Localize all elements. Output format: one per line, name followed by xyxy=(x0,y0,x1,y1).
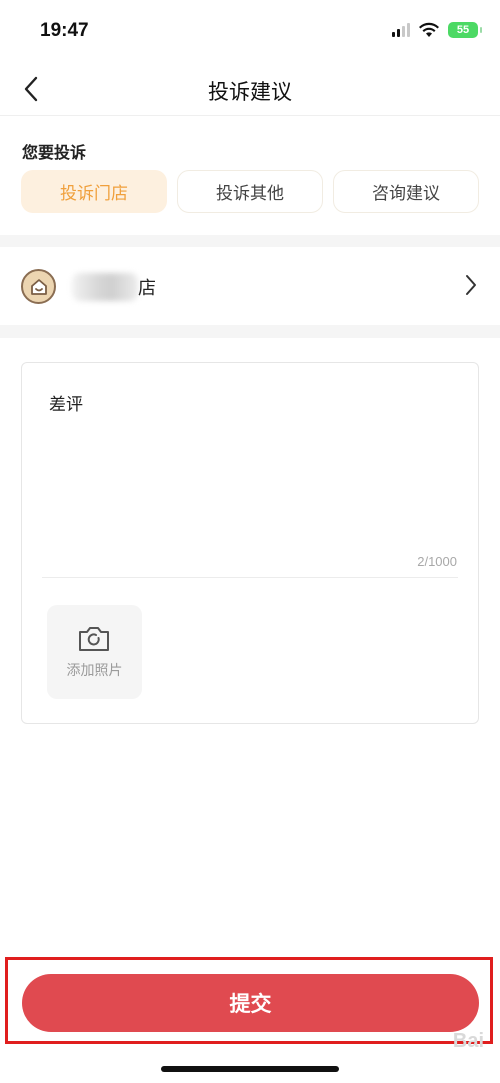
status-time: 19:47 xyxy=(40,20,89,41)
card-divider xyxy=(42,577,458,578)
store-name-redacted xyxy=(72,273,138,301)
complaint-type-tabs: 投诉门店 投诉其他 咨询建议 xyxy=(21,170,479,213)
tab-consult-suggest[interactable]: 咨询建议 xyxy=(333,170,479,213)
store-name: 店 xyxy=(138,278,156,299)
page-title: 投诉建议 xyxy=(208,80,292,104)
store-selector[interactable]: 店 xyxy=(0,247,500,325)
camera-icon xyxy=(79,627,109,651)
add-photo-button[interactable]: 添加照片 xyxy=(47,605,142,699)
section-divider xyxy=(0,235,500,247)
feedback-card: 差评 2/1000 添加照片 xyxy=(21,362,479,724)
char-count: 2/1000 xyxy=(417,554,457,569)
nav-bar: 投诉建议 xyxy=(0,62,500,116)
watermark: Bai xyxy=(452,1030,484,1052)
status-icons: 55 xyxy=(392,22,482,38)
signal-icon xyxy=(392,23,410,37)
store-house-icon xyxy=(21,269,56,304)
chevron-right-icon xyxy=(464,273,478,301)
battery-level: 55 xyxy=(456,24,470,36)
home-indicator xyxy=(161,1066,339,1072)
complaint-type-label: 您要投诉 xyxy=(22,143,87,162)
feedback-textarea[interactable]: 差评 xyxy=(49,390,83,415)
status-bar: 19:47 55 xyxy=(0,0,500,62)
tab-complain-store[interactable]: 投诉门店 xyxy=(21,170,167,213)
submit-button[interactable]: 提交 xyxy=(22,974,479,1032)
tab-complain-other[interactable]: 投诉其他 xyxy=(177,170,323,213)
add-photo-label: 添加照片 xyxy=(66,663,123,679)
section-divider xyxy=(0,325,500,338)
battery-icon: 55 xyxy=(448,22,482,38)
wifi-icon xyxy=(419,22,439,37)
